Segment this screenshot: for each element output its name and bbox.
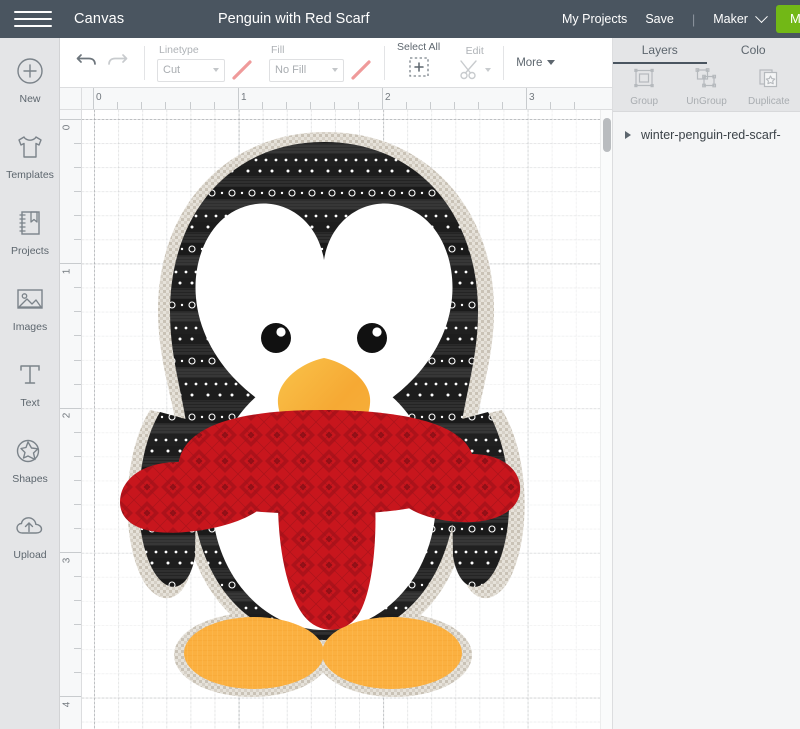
redo-button[interactable]: [102, 48, 132, 78]
chevron-down-icon: [755, 9, 768, 23]
toolbar-divider-1: [144, 45, 145, 80]
sidebar-label-templates: Templates: [6, 169, 54, 181]
edit-toolbar: Linetype Cut Fill No Fill Select All Edi…: [60, 38, 612, 88]
edit-label: Edit: [465, 44, 484, 57]
sidebar-item-images[interactable]: Images: [0, 282, 60, 354]
design-space-app: Canvas Penguin with Red Scarf My Project…: [0, 0, 800, 729]
sidebar-label-new: New: [19, 93, 41, 105]
sidebar-item-projects[interactable]: Projects: [0, 206, 60, 278]
my-projects-button[interactable]: My Projects: [562, 12, 627, 26]
group-button[interactable]: Group: [613, 64, 675, 111]
toolbar-divider-3: [503, 45, 505, 80]
layer-actions-bar: Group UnGroup Duplicate: [613, 64, 800, 112]
group-label: Group: [630, 96, 659, 107]
ungroup-icon: [695, 68, 717, 93]
vruler-tick-4: 4: [61, 701, 73, 708]
horizontal-ruler[interactable]: 0 1 2 3: [60, 88, 612, 110]
save-button[interactable]: Save: [645, 12, 674, 26]
fill-value: No Fill: [275, 64, 307, 76]
make-it-button[interactable]: Ma: [775, 5, 800, 33]
canvas-scroll-thumb[interactable]: [603, 118, 611, 152]
hruler-tick-0: 0: [96, 92, 102, 103]
tshirt-icon: [13, 130, 47, 164]
linetype-label: Linetype: [159, 43, 199, 56]
ungroup-button[interactable]: UnGroup: [675, 64, 737, 111]
tab-layers[interactable]: Layers: [613, 38, 707, 64]
fill-label: Fill: [271, 43, 285, 56]
fill-color-swatch[interactable]: [350, 59, 372, 81]
tab-color-sync[interactable]: Colo: [707, 38, 800, 64]
cloud-upload-icon: [13, 510, 47, 544]
penguin-artwork[interactable]: [82, 110, 612, 729]
sidebar-item-new[interactable]: New: [0, 54, 60, 126]
fill-select[interactable]: No Fill: [269, 58, 344, 82]
hamburger-menu-icon[interactable]: [14, 11, 52, 27]
duplicate-button[interactable]: Duplicate: [738, 64, 800, 111]
linetype-value: Cut: [163, 64, 181, 76]
group-icon: [633, 68, 655, 93]
hruler-tick-3: 3: [529, 92, 535, 103]
canvas-vertical-scrollbar[interactable]: [600, 110, 612, 729]
toolbar-divider-2: [384, 45, 385, 80]
vruler-tick-3: 3: [61, 557, 73, 564]
sidebar-label-images: Images: [12, 321, 48, 333]
linetype-color-swatch[interactable]: [231, 59, 253, 81]
project-title[interactable]: Penguin with Red Scarf: [218, 0, 370, 38]
vruler-tick-1: 1: [61, 268, 73, 275]
undo-arrow-icon: [75, 50, 99, 75]
more-label: More: [516, 56, 543, 69]
caret-down-icon: [332, 68, 338, 72]
star-shape-icon: [13, 434, 47, 468]
sidebar-item-shapes[interactable]: Shapes: [0, 434, 60, 506]
top-bar-right: My Projects Save | Maker Ma: [562, 0, 800, 38]
select-all-group[interactable]: Select All: [397, 41, 440, 84]
sidebar-label-shapes: Shapes: [12, 473, 48, 485]
edit-group[interactable]: Edit: [458, 44, 492, 81]
sidebar-label-projects: Projects: [11, 245, 49, 257]
undo-button[interactable]: [72, 48, 102, 78]
sidebar-item-text[interactable]: Text: [0, 358, 60, 430]
vruler-tick-0: 0: [61, 124, 73, 131]
machine-label: Maker: [713, 12, 748, 26]
sidebar-item-upload[interactable]: Upload: [0, 510, 60, 582]
triangle-right-icon[interactable]: [625, 131, 631, 139]
duplicate-icon: [758, 68, 780, 93]
linetype-group: Linetype Cut: [157, 44, 253, 82]
hruler-tick-2: 2: [385, 92, 391, 103]
duplicate-label: Duplicate: [747, 96, 790, 107]
layer-name: winter-penguin-red-scarf-: [641, 128, 781, 142]
scissors-icon[interactable]: [458, 59, 492, 81]
redo-arrow-icon: [105, 50, 129, 75]
canvas-area[interactable]: 0 1 2 3 0 1 2 3 4: [60, 88, 612, 729]
picture-icon: [13, 282, 47, 316]
linetype-select[interactable]: Cut: [157, 58, 225, 82]
sidebar-label-text: Text: [20, 397, 40, 409]
ungroup-label: UnGroup: [686, 96, 727, 107]
caret-down-icon: [213, 68, 219, 72]
caret-down-icon: [547, 60, 556, 65]
top-bar: Canvas Penguin with Red Scarf My Project…: [0, 0, 800, 38]
hruler-tick-1: 1: [241, 92, 247, 103]
canvas-label[interactable]: Canvas: [74, 11, 124, 27]
top-bar-divider: |: [691, 11, 696, 27]
fill-group: Fill No Fill: [269, 44, 372, 82]
sidebar-item-templates[interactable]: Templates: [0, 130, 60, 202]
ruler-corner: [60, 88, 82, 110]
select-all-label: Select All: [397, 41, 441, 53]
right-panel-tabs: Layers Colo: [613, 38, 800, 64]
more-menu-button[interactable]: More: [516, 56, 556, 69]
dashed-square-plus-icon[interactable]: [406, 55, 432, 84]
vruler-tick-2: 2: [61, 412, 73, 419]
sidebar-label-upload: Upload: [13, 549, 47, 561]
machine-selector[interactable]: Maker: [713, 9, 768, 26]
text-t-icon: [13, 358, 47, 392]
plus-circle-icon: [13, 54, 47, 88]
layer-row[interactable]: winter-penguin-red-scarf-: [613, 122, 800, 148]
vertical-ruler[interactable]: 0 1 2 3 4: [60, 110, 82, 729]
notebook-icon: [13, 206, 47, 240]
right-panel: Layers Colo Group UnGroup Duplicate wint…: [612, 38, 800, 729]
left-sidebar: New Templates Projects Images Text Shape…: [0, 38, 60, 729]
layer-list: winter-penguin-red-scarf-: [613, 112, 800, 148]
